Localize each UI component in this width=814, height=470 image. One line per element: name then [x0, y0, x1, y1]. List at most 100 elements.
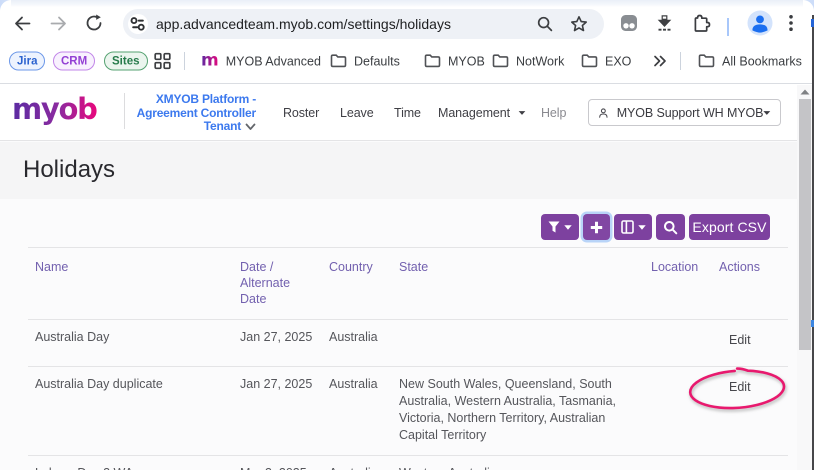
kebab-menu-icon — [782, 14, 800, 32]
nav-roster[interactable]: Roster — [283, 106, 319, 120]
cell-location — [644, 456, 712, 470]
back-button[interactable] — [8, 9, 36, 37]
nav-leave[interactable]: Leave — [340, 106, 374, 120]
add-holiday-button[interactable] — [583, 214, 610, 240]
edit-link[interactable]: Edit — [712, 456, 788, 470]
page-title: Holidays — [23, 156, 115, 184]
scrollbar-up-button[interactable] — [797, 85, 812, 98]
tab-group-sites[interactable]: Sites — [104, 52, 148, 71]
table-header-row: Name Date / Alternate Date Country State… — [28, 248, 788, 320]
myob-favicon: m — [201, 54, 219, 69]
bookmark-folder-exo[interactable]: EXO — [581, 54, 631, 69]
cell-state: Western Australia — [392, 456, 644, 470]
cell-country: Australia — [322, 320, 392, 367]
edit-link[interactable]: Edit — [712, 320, 788, 367]
folder-icon — [492, 54, 509, 69]
header-divider — [124, 93, 125, 129]
folder-icon — [581, 54, 598, 69]
bookmark-label: Defaults — [354, 54, 400, 68]
tenant-name: XMYOB Platform - Agreement Controller Te… — [137, 92, 256, 133]
cell-date: Jan 27, 2025 — [233, 367, 322, 456]
col-header-name[interactable]: Name — [28, 248, 233, 320]
col-header-date[interactable]: Date / Alternate Date — [233, 248, 322, 320]
holidays-table: Name Date / Alternate Date Country State… — [28, 247, 788, 470]
app-header: myob XMYOB Platform - Agreement Controll… — [0, 85, 797, 141]
user-menu-label: MYOB Support WH MYOB — [617, 106, 764, 120]
triangle-up-icon — [800, 89, 810, 95]
tab-group-crm[interactable]: CRM — [53, 52, 95, 71]
search-in-page-button[interactable] — [535, 14, 555, 39]
cell-name: Australia Day duplicate — [28, 367, 233, 456]
table-row: Australia Day duplicate Jan 27, 2025 Aus… — [28, 367, 788, 456]
forward-button[interactable] — [44, 9, 72, 37]
toolbar-separator — [727, 18, 729, 36]
columns-button[interactable] — [614, 214, 652, 240]
table-row: Australia Day Jan 27, 2025 Australia Edi… — [28, 320, 788, 367]
extension-button-a[interactable] — [615, 9, 643, 37]
title-band: Holidays — [0, 142, 797, 199]
chevron-double-right-icon — [653, 55, 667, 67]
cell-name: Labour Day 2 WA — [28, 456, 233, 470]
site-settings-icon[interactable] — [128, 14, 148, 34]
tenant-switcher[interactable]: XMYOB Platform - Agreement Controller Te… — [130, 93, 256, 134]
address-bar[interactable]: app.advancedteam.myob.com/settings/holid… — [123, 9, 604, 39]
bookmark-folder-defaults[interactable]: Defaults — [330, 54, 400, 69]
cell-state — [392, 320, 644, 367]
magnifier-icon — [663, 220, 678, 235]
table-row: Labour Day 2 WA Mar 3, 2025 Australia We… — [28, 456, 788, 470]
search-button[interactable] — [656, 214, 685, 240]
cell-country: Australia — [322, 367, 392, 456]
profile-button[interactable] — [746, 9, 774, 37]
all-bookmarks-button[interactable]: All Bookmarks — [698, 54, 802, 69]
nav-management[interactable]: Management — [438, 106, 510, 120]
bookmark-myob-advanced[interactable]: m MYOB Advanced — [201, 54, 321, 69]
caret-down-icon — [564, 225, 572, 230]
myob-logo[interactable]: myob — [12, 92, 97, 126]
chrome-menu-button[interactable] — [777, 9, 805, 37]
extensions-button[interactable] — [687, 9, 715, 37]
col-header-actions[interactable]: Actions — [712, 248, 788, 320]
download-button[interactable] — [650, 9, 678, 37]
filter-button[interactable] — [541, 214, 579, 240]
bookmarks-separator-2 — [680, 52, 681, 70]
extension-a-icon — [620, 14, 638, 32]
cell-location — [644, 320, 712, 367]
col-header-state[interactable]: State — [392, 248, 644, 320]
reload-button[interactable] — [80, 9, 108, 37]
bookmarks-overflow-button[interactable] — [653, 55, 667, 67]
nav-time[interactable]: Time — [394, 106, 421, 120]
caret-down-icon — [638, 225, 646, 230]
chevron-down-icon — [245, 123, 256, 131]
bookmark-label: MYOB Advanced — [226, 54, 321, 68]
apps-grid-button[interactable] — [154, 53, 171, 70]
bookmark-label: All Bookmarks — [722, 54, 802, 68]
user-menu-button[interactable]: MYOB Support WH MYOB — [588, 99, 781, 126]
col-header-location[interactable]: Location — [644, 248, 712, 320]
bookmark-folder-myob[interactable]: MYOB — [424, 54, 485, 69]
forward-icon — [49, 14, 68, 33]
columns-icon — [621, 220, 634, 234]
tab-group-jira[interactable]: Jira — [9, 52, 45, 71]
page-scrollbar[interactable] — [797, 85, 812, 470]
cell-name: Australia Day — [28, 320, 233, 367]
bookmark-folder-notwork[interactable]: NotWork — [492, 54, 564, 69]
reload-icon — [85, 14, 103, 32]
cell-date: Mar 3, 2025 — [233, 456, 322, 470]
cell-country: Australia — [322, 456, 392, 470]
export-csv-button[interactable]: Export CSV — [689, 214, 770, 240]
plus-icon — [590, 221, 603, 234]
scrollbar-thumb[interactable] — [799, 99, 811, 350]
puzzle-icon — [692, 14, 711, 33]
web-page: myob XMYOB Platform - Agreement Controll… — [0, 85, 797, 470]
tab-group-jira-label: Jira — [17, 55, 37, 67]
bookmark-star-button[interactable] — [569, 14, 589, 39]
filter-funnel-icon — [548, 221, 560, 233]
star-icon — [569, 14, 589, 34]
col-header-country[interactable]: Country — [322, 248, 392, 320]
download-icon — [655, 14, 674, 33]
bookmarks-bar: Jira CRM Sites m MYOB Advanced Defaults — [0, 45, 814, 84]
nav-help[interactable]: Help — [541, 106, 566, 120]
tab-group-crm-label: CRM — [61, 55, 87, 67]
edit-link[interactable]: Edit — [712, 367, 788, 456]
url-text[interactable]: app.advancedteam.myob.com/settings/holid… — [156, 16, 451, 32]
